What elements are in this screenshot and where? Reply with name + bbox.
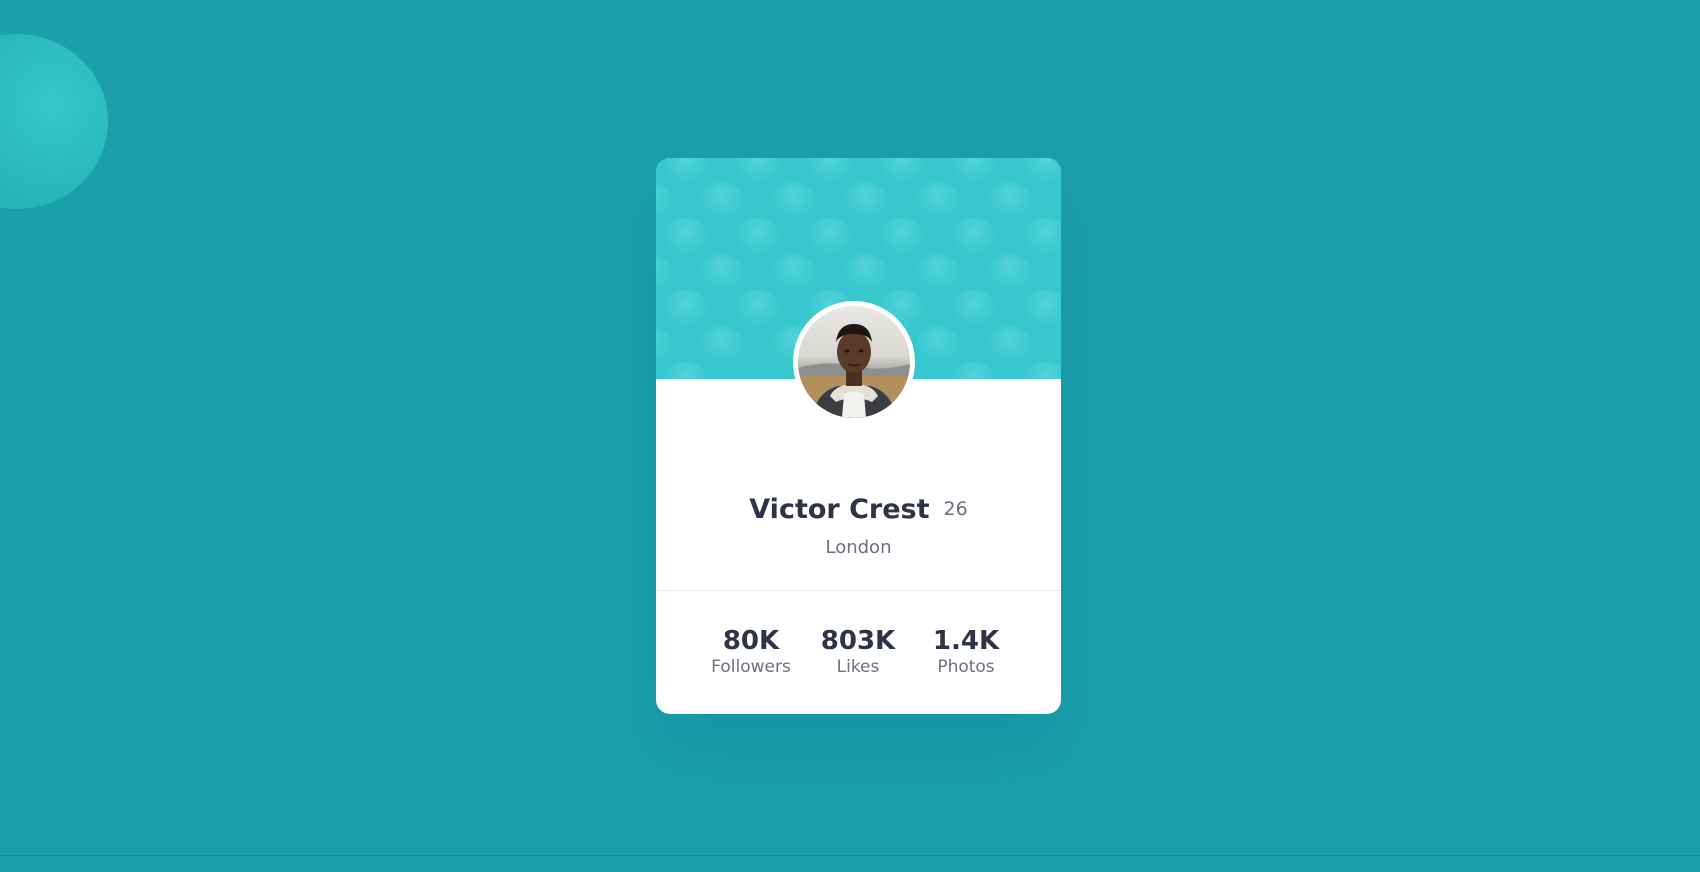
background-circle-decoration <box>0 34 108 209</box>
profile-name: Victor Crest <box>749 494 930 525</box>
profile-avatar <box>793 301 915 423</box>
stat-photos: 1.4K Photos <box>901 626 1031 678</box>
profile-city: London <box>825 537 892 558</box>
profile-age: 26 <box>943 498 968 520</box>
avatar-portrait-image <box>798 306 910 418</box>
stat-photos-label: Photos <box>937 657 995 677</box>
page-bottom-border <box>0 855 1700 856</box>
card-divider <box>656 590 1061 591</box>
profile-card: Victor Crest 26 London 80K Followers 803K… <box>656 158 1061 714</box>
stat-photos-value: 1.4K <box>932 626 1000 656</box>
profile-name-row: Victor Crest 26 <box>656 496 1061 523</box>
